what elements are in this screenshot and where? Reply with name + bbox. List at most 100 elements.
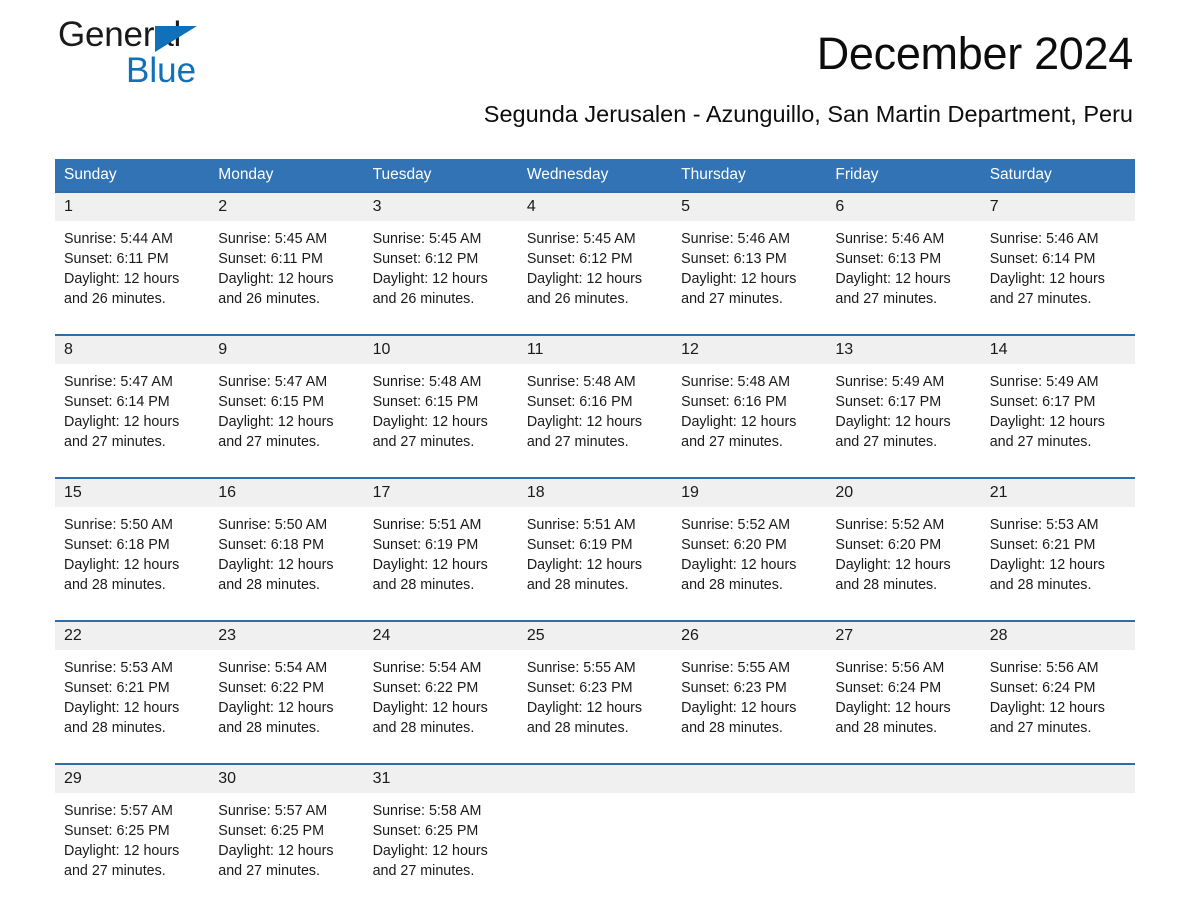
day-number[interactable]: 26 [672,622,826,650]
week-detail-band: Sunrise: 5:50 AM Sunset: 6:18 PM Dayligh… [55,507,1135,609]
day-number[interactable]: 5 [672,193,826,221]
day-cell[interactable]: Sunrise: 5:50 AM Sunset: 6:18 PM Dayligh… [209,507,363,609]
day-cell[interactable]: Sunrise: 5:46 AM Sunset: 6:13 PM Dayligh… [672,221,826,323]
weekday-header-tuesday: Tuesday [372,166,432,183]
day-cell[interactable]: Sunrise: 5:45 AM Sunset: 6:12 PM Dayligh… [364,221,518,323]
day-cell[interactable]: Sunrise: 5:50 AM Sunset: 6:18 PM Dayligh… [55,507,209,609]
day-cell[interactable]: Sunrise: 5:53 AM Sunset: 6:21 PM Dayligh… [981,507,1135,609]
week-daynumber-band: 8 9 10 11 12 13 14 [55,336,1135,364]
daylight-text-line1: Daylight: 12 hours [526,700,643,716]
page-subtitle-location: Segunda Jerusalen - Azunguillo, San Mart… [483,101,1133,127]
daylight-text-line2: and 27 minutes. [64,863,166,879]
calendar-week-row: 29 30 31 Sunrise: 5:57 AM Sunset: 6:25 P… [55,763,1135,895]
daylight-text-line2: and 28 minutes. [526,577,629,593]
day-number[interactable]: 4 [518,193,672,221]
day-number[interactable]: 18 [518,479,672,507]
daylight-text-line2: and 27 minutes. [835,434,938,450]
logo-word-general: General [58,17,288,55]
day-number[interactable]: 9 [209,336,363,364]
day-number[interactable]: 19 [672,479,826,507]
day-number[interactable]: 16 [209,479,363,507]
sunrise-text: Sunrise: 5:46 AM [835,231,945,247]
day-cell[interactable]: Sunrise: 5:48 AM Sunset: 6:16 PM Dayligh… [518,364,672,466]
day-cell[interactable]: Sunrise: 5:57 AM Sunset: 6:25 PM Dayligh… [209,793,363,895]
calendar-week-row: 1 2 3 4 5 6 7 Sunrise: 5:44 AM Sunset: 6… [55,191,1135,334]
weekday-header-friday: Friday [835,166,879,183]
sunrise-sunset-calendar: Sunday Monday Tuesday Wednesday Thursday… [55,159,1135,895]
day-number[interactable]: 30 [209,765,363,793]
day-cell[interactable]: Sunrise: 5:54 AM Sunset: 6:22 PM Dayligh… [364,650,518,752]
daylight-text-line2: and 27 minutes. [64,434,166,450]
day-number[interactable]: 3 [364,193,518,221]
day-cell[interactable]: Sunrise: 5:49 AM Sunset: 6:17 PM Dayligh… [826,364,980,466]
day-number[interactable]: 31 [364,765,518,793]
day-cell[interactable]: Sunrise: 5:46 AM Sunset: 6:14 PM Dayligh… [981,221,1135,323]
sunset-text: Sunset: 6:19 PM [372,537,479,553]
daylight-text-line1: Daylight: 12 hours [835,557,951,573]
sunrise-text: Sunrise: 5:44 AM [64,231,173,247]
day-cell[interactable]: Sunrise: 5:49 AM Sunset: 6:17 PM Dayligh… [981,364,1135,466]
generalblue-logo[interactable]: General Blue [58,17,288,89]
day-number[interactable]: 28 [981,622,1135,650]
daylight-text-line2: and 28 minutes. [218,577,321,593]
day-cell[interactable]: Sunrise: 5:51 AM Sunset: 6:19 PM Dayligh… [518,507,672,609]
day-cell[interactable]: Sunrise: 5:52 AM Sunset: 6:20 PM Dayligh… [672,507,826,609]
daylight-text-line1: Daylight: 12 hours [681,557,797,573]
day-number[interactable]: 20 [826,479,980,507]
day-number[interactable]: 24 [364,622,518,650]
daylight-text-line1: Daylight: 12 hours [989,271,1105,287]
sunset-text: Sunset: 6:20 PM [835,537,942,553]
daylight-text-line1: Daylight: 12 hours [64,700,180,716]
day-number[interactable]: 29 [55,765,209,793]
day-cell[interactable]: Sunrise: 5:47 AM Sunset: 6:14 PM Dayligh… [55,364,209,466]
daylight-text-line1: Daylight: 12 hours [372,557,488,573]
sunset-text: Sunset: 6:15 PM [218,394,324,410]
day-cell[interactable]: Sunrise: 5:55 AM Sunset: 6:23 PM Dayligh… [518,650,672,752]
day-number[interactable]: 14 [981,336,1135,364]
day-number[interactable]: 10 [364,336,518,364]
sunrise-text: Sunrise: 5:45 AM [372,231,482,247]
day-cell[interactable]: Sunrise: 5:48 AM Sunset: 6:16 PM Dayligh… [672,364,826,466]
calendar-week-row: 8 9 10 11 12 13 14 Sunrise: 5:47 AM Suns… [55,334,1135,477]
day-cell[interactable]: Sunrise: 5:56 AM Sunset: 6:24 PM Dayligh… [981,650,1135,752]
sunset-text: Sunset: 6:23 PM [681,680,787,696]
day-number[interactable]: 11 [518,336,672,364]
day-cell[interactable]: Sunrise: 5:55 AM Sunset: 6:23 PM Dayligh… [672,650,826,752]
day-number[interactable]: 21 [981,479,1135,507]
day-number[interactable]: 23 [209,622,363,650]
sunrise-text: Sunrise: 5:57 AM [64,803,173,819]
sunrise-text: Sunrise: 5:53 AM [989,517,1099,533]
day-number-empty [672,765,826,793]
day-cell[interactable]: Sunrise: 5:54 AM Sunset: 6:22 PM Dayligh… [209,650,363,752]
day-number[interactable]: 7 [981,193,1135,221]
day-number[interactable]: 17 [364,479,518,507]
day-number[interactable]: 2 [209,193,363,221]
day-cell[interactable]: Sunrise: 5:48 AM Sunset: 6:15 PM Dayligh… [364,364,518,466]
day-cell[interactable]: Sunrise: 5:53 AM Sunset: 6:21 PM Dayligh… [55,650,209,752]
day-number[interactable]: 22 [55,622,209,650]
day-cell[interactable]: Sunrise: 5:57 AM Sunset: 6:25 PM Dayligh… [55,793,209,895]
daylight-text-line1: Daylight: 12 hours [681,271,797,287]
day-cell[interactable]: Sunrise: 5:56 AM Sunset: 6:24 PM Dayligh… [826,650,980,752]
day-number[interactable]: 15 [55,479,209,507]
sunset-text: Sunset: 6:19 PM [526,537,633,553]
daylight-text-line1: Daylight: 12 hours [372,414,488,430]
calendar-page: General Blue December 2024 Segunda Jerus… [0,0,1188,918]
day-number[interactable]: 8 [55,336,209,364]
day-cell[interactable]: Sunrise: 5:51 AM Sunset: 6:19 PM Dayligh… [364,507,518,609]
day-number[interactable]: 1 [55,193,209,221]
day-cell[interactable]: Sunrise: 5:44 AM Sunset: 6:11 PM Dayligh… [55,221,209,323]
day-number[interactable]: 13 [826,336,980,364]
day-cell[interactable]: Sunrise: 5:52 AM Sunset: 6:20 PM Dayligh… [826,507,980,609]
daylight-text-line1: Daylight: 12 hours [681,700,797,716]
day-number[interactable]: 25 [518,622,672,650]
day-cell[interactable]: Sunrise: 5:47 AM Sunset: 6:15 PM Dayligh… [209,364,363,466]
day-cell[interactable]: Sunrise: 5:58 AM Sunset: 6:25 PM Dayligh… [364,793,518,895]
day-number[interactable]: 6 [826,193,980,221]
day-number[interactable]: 12 [672,336,826,364]
page-title: December 2024 [816,28,1134,79]
day-number[interactable]: 27 [826,622,980,650]
day-cell[interactable]: Sunrise: 5:45 AM Sunset: 6:12 PM Dayligh… [518,221,672,323]
day-cell[interactable]: Sunrise: 5:46 AM Sunset: 6:13 PM Dayligh… [826,221,980,323]
day-cell[interactable]: Sunrise: 5:45 AM Sunset: 6:11 PM Dayligh… [209,221,363,323]
